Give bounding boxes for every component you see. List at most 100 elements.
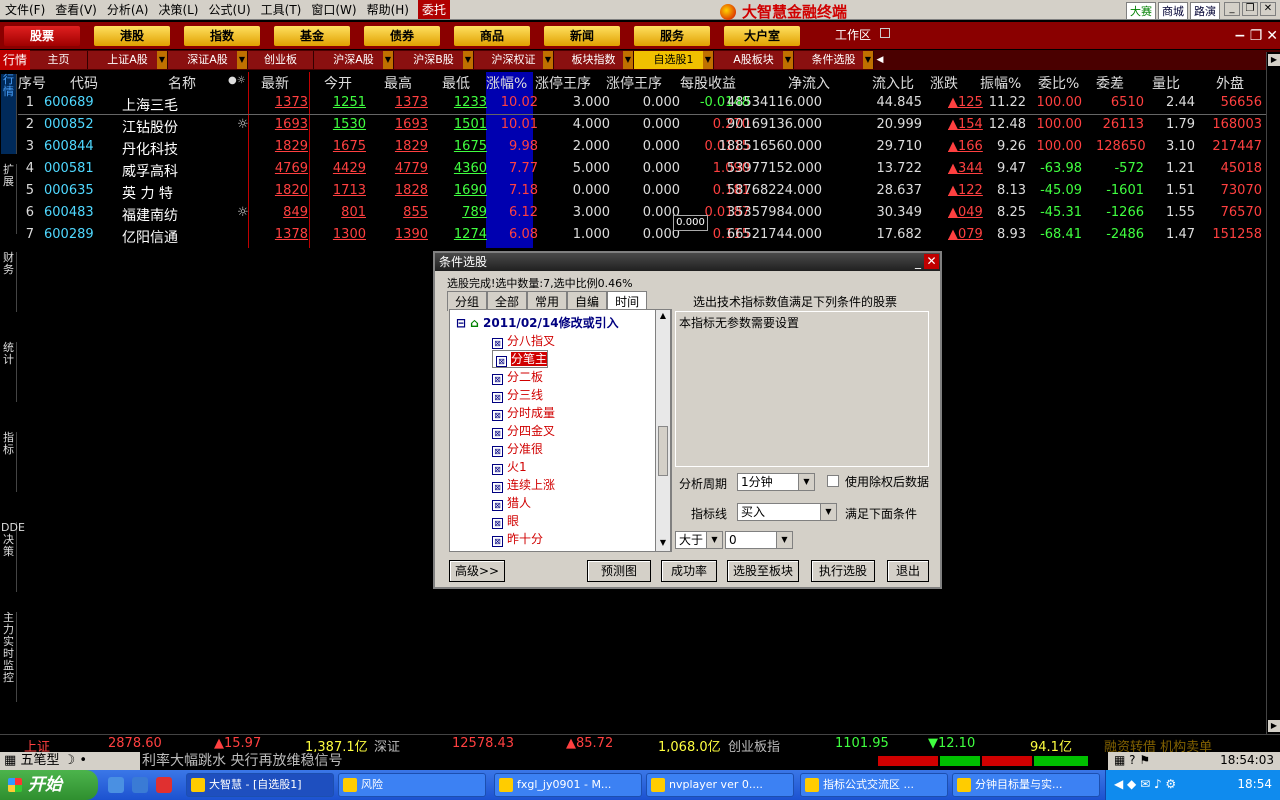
menu-view[interactable]: 查看(V) xyxy=(50,1,102,18)
vtab-finance[interactable]: 财务 xyxy=(1,252,17,312)
vtab-quote[interactable]: 行情 xyxy=(1,74,17,154)
tree-item[interactable]: ⊠ 分时成量 xyxy=(492,404,555,421)
tree-item[interactable]: ⊠ 昨十分 xyxy=(492,530,543,547)
col-vol-ratio[interactable]: 量比 xyxy=(1152,73,1180,93)
workzone-label[interactable]: 工作区 xyxy=(835,26,871,43)
scroll-down-icon[interactable]: ▶ xyxy=(1268,720,1280,732)
tab-watchlist[interactable]: 自选股1 xyxy=(634,51,714,69)
col-bid-ratio[interactable]: 委比% xyxy=(1038,73,1079,93)
tree-item[interactable]: ⊠ 猎人 xyxy=(492,494,531,511)
tray-icons[interactable]: ◀ ◆ ✉ ♪ ⚙ xyxy=(1114,777,1176,791)
col-limit-rank-1[interactable]: 涨停王序 xyxy=(535,73,591,93)
col-open[interactable]: 今开 xyxy=(324,73,352,93)
dialog-minimize-icon[interactable]: _ xyxy=(915,253,921,271)
cat-service[interactable]: 服务 xyxy=(634,25,710,46)
menu-window[interactable]: 窗口(W) xyxy=(306,1,361,18)
weituo-button[interactable]: 委托 xyxy=(417,0,450,19)
tree-root[interactable]: ⊟ ⌂ 2011/02/14修改或引入 xyxy=(456,314,619,331)
tab-condition-select[interactable]: 条件选股 xyxy=(794,51,874,69)
col-high[interactable]: 最高 xyxy=(384,73,412,93)
dtab-common[interactable]: 常用 xyxy=(527,291,568,311)
menu-tools[interactable]: 工具(T) xyxy=(256,1,307,18)
tray-icon-a[interactable]: ▦ ? ⚑ xyxy=(1114,753,1150,767)
tree-scrollbar[interactable]: ▲ ▼ xyxy=(655,309,671,552)
tree-item[interactable]: ⊠ 眼 xyxy=(492,512,519,529)
menu-analysis[interactable]: 分析(A) xyxy=(102,1,154,18)
operator-select[interactable]: 大于 ▼ xyxy=(675,531,723,549)
exit-button[interactable]: 退出 xyxy=(887,560,929,582)
tab-warrant[interactable]: 沪深权证 xyxy=(474,51,554,69)
tab-hs-b[interactable]: 沪深B股 xyxy=(394,51,474,69)
inner-minimize-icon[interactable]: − xyxy=(1234,28,1246,44)
to-sector-button[interactable]: 选股至板块 xyxy=(727,560,799,582)
cat-news[interactable]: 新闻 xyxy=(544,25,620,46)
cat-stocks[interactable]: 股票 xyxy=(4,25,80,46)
menu-file[interactable]: 文件(F) xyxy=(0,1,50,18)
tree-item[interactable]: ⊠ 分八指叉 xyxy=(492,332,555,349)
tree-item[interactable]: ⊠ 分二板 xyxy=(492,368,543,385)
inner-close-icon[interactable]: ✕ xyxy=(1266,28,1278,44)
restore-icon[interactable]: ❐ xyxy=(1242,2,1258,16)
tree-scroll-thumb[interactable] xyxy=(658,426,668,476)
minimize-icon[interactable]: _ xyxy=(1224,2,1240,16)
dialog-close-icon[interactable]: ✕ xyxy=(924,254,939,269)
vtab-stats[interactable]: 统计 xyxy=(1,342,17,402)
col-outside[interactable]: 外盘 xyxy=(1216,73,1244,93)
col-code[interactable]: 代码 xyxy=(70,73,98,93)
chevron-down-icon[interactable]: ▼ xyxy=(776,532,792,548)
dtab-time[interactable]: 时间 xyxy=(607,291,648,311)
task-target[interactable]: 分钟目标量与实... xyxy=(952,773,1100,797)
workzone-icon[interactable] xyxy=(880,28,890,38)
quicklaunch-ie-icon[interactable] xyxy=(108,777,124,793)
vtab-extend[interactable]: 扩展 xyxy=(1,164,17,234)
tree-item[interactable]: ⊠ 火1 xyxy=(492,458,527,475)
cat-vip[interactable]: 大户室 xyxy=(724,25,800,46)
task-forum[interactable]: 指标公式交流区 ... xyxy=(800,773,948,797)
cat-fund[interactable]: 基金 xyxy=(274,25,350,46)
task-risk[interactable]: 风险 xyxy=(338,773,486,797)
tab-gem[interactable]: 创业板 xyxy=(248,51,314,69)
task-dzh[interactable]: 大智慧 - [自选股1] xyxy=(186,773,334,797)
news-ticker[interactable]: 利率大幅跳水 央行再放维稳信号 xyxy=(142,752,342,770)
dtab-group[interactable]: 分组 xyxy=(447,291,488,311)
task-nvplayer[interactable]: nvplayer ver 0.... xyxy=(646,773,794,797)
scroll-up-icon[interactable]: ▶ xyxy=(1268,54,1280,66)
tree-item[interactable]: ⊠ 分笔主 xyxy=(492,350,549,368)
right-scrollbar[interactable]: ▶ ▶ xyxy=(1266,52,1280,734)
quicklaunch-app-icon[interactable] xyxy=(156,777,172,793)
menu-decision[interactable]: 决策(L) xyxy=(153,1,203,18)
forecast-button[interactable]: 预测图 xyxy=(587,560,651,582)
period-select[interactable]: 1分钟 ▼ xyxy=(737,473,815,491)
col-bid-diff[interactable]: 委差 xyxy=(1096,73,1124,93)
col-low[interactable]: 最低 xyxy=(442,73,470,93)
col-name[interactable]: 名称 xyxy=(168,73,196,93)
tree-scroll-down-icon[interactable]: ▼ xyxy=(657,538,669,550)
col-inflow[interactable]: 净流入 xyxy=(788,73,830,93)
inner-restore-icon[interactable]: ❐ xyxy=(1250,28,1263,44)
col-inflow-ratio[interactable]: 流入比 xyxy=(872,73,914,93)
link-contest[interactable]: 大赛 xyxy=(1126,2,1156,20)
menu-help[interactable]: 帮助(H) xyxy=(362,1,414,18)
chevron-down-icon[interactable]: ▼ xyxy=(706,532,722,548)
execute-button[interactable]: 执行选股 xyxy=(811,560,875,582)
chevron-down-icon[interactable]: ▼ xyxy=(820,504,836,520)
link-mall[interactable]: 商城 xyxy=(1158,2,1188,20)
col-amplitude[interactable]: 振幅% xyxy=(980,73,1021,93)
col-limit-rank-2[interactable]: 涨停王序 xyxy=(606,73,662,93)
collapse-icon[interactable]: ⊟ xyxy=(456,316,466,330)
cat-commodity[interactable]: 商品 xyxy=(454,25,530,46)
success-rate-button[interactable]: 成功率 xyxy=(661,560,717,582)
tab-sh-a[interactable]: 上证A股 xyxy=(88,51,168,69)
quote-side-label[interactable]: 行情 xyxy=(0,50,30,70)
cat-hk[interactable]: 港股 xyxy=(94,25,170,46)
tree-item[interactable]: ⊠ 分四金叉 xyxy=(492,422,555,439)
tab-a-sector[interactable]: A股板块 xyxy=(714,51,794,69)
task-fxgl[interactable]: fxgl_jy0901 - M... xyxy=(494,773,642,797)
chevron-down-icon[interactable]: ▼ xyxy=(798,474,814,490)
start-button[interactable]: 开始 xyxy=(0,770,98,800)
dtab-all[interactable]: 全部 xyxy=(487,291,528,311)
quicklaunch-ie2-icon[interactable] xyxy=(132,777,148,793)
fq-checkbox[interactable] xyxy=(827,475,839,487)
advanced-button[interactable]: 高级>> xyxy=(449,560,505,582)
value-select[interactable]: 0 ▼ xyxy=(725,531,793,549)
